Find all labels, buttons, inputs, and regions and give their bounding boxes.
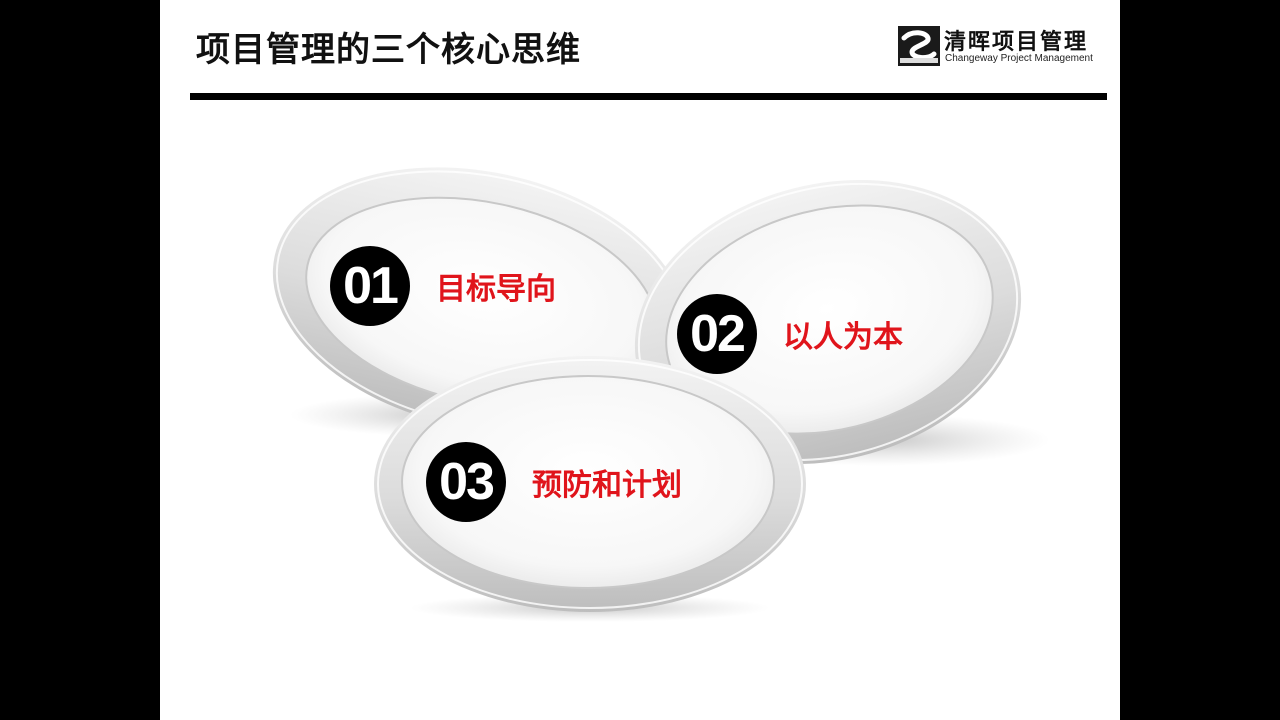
slide: 项目管理的三个核心思维 清晖项目管理 Changeway Project Man… [160, 0, 1120, 720]
item-number-badge: 03 [426, 442, 506, 522]
item-label: 目标导向 [436, 272, 556, 307]
item-number-badge: 01 [330, 246, 410, 326]
rings-graphic [160, 0, 1120, 720]
item-01: 01 目标导向 [330, 246, 556, 326]
item-label: 以人为本 [783, 320, 903, 355]
item-03: 03 预防和计划 [426, 442, 682, 522]
item-number-badge: 02 [677, 294, 757, 374]
rings-svg [272, 167, 1050, 622]
item-label: 预防和计划 [532, 468, 682, 503]
item-02: 02 以人为本 [677, 294, 903, 374]
